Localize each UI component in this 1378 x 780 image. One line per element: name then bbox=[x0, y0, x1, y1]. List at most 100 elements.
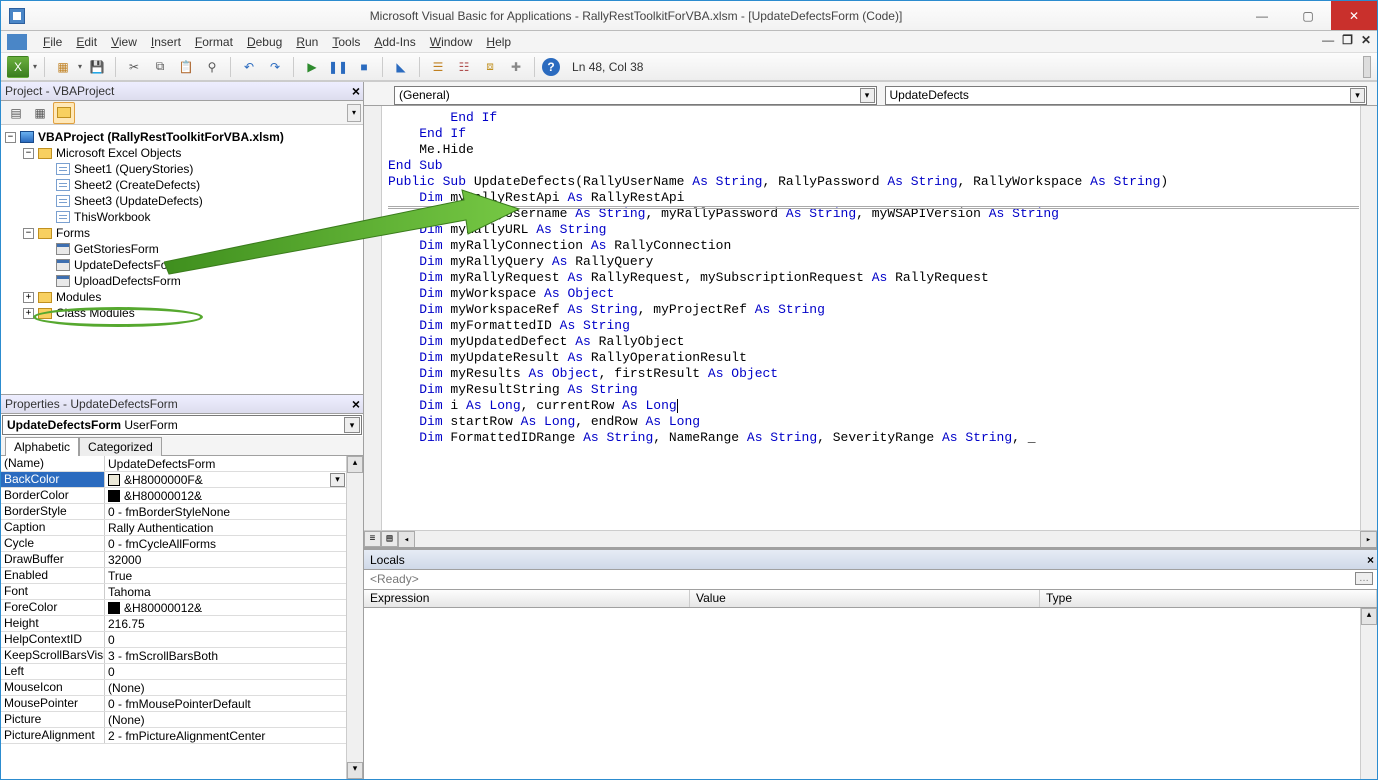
folder-forms[interactable]: − Forms bbox=[3, 225, 361, 241]
help-icon[interactable]: ? bbox=[542, 58, 560, 76]
property-row[interactable]: ForeColor&H80000012& bbox=[1, 600, 346, 616]
properties-panel-close-icon[interactable]: × bbox=[352, 396, 360, 412]
menu-tools[interactable]: Tools bbox=[326, 33, 366, 51]
property-row[interactable]: BorderColor&H80000012& bbox=[1, 488, 346, 504]
code-line[interactable]: Dim startRow As Long, endRow As Long bbox=[388, 414, 1359, 430]
folder-excel-objects[interactable]: − Microsoft Excel Objects bbox=[3, 145, 361, 161]
toolbox-icon[interactable]: ✚ bbox=[505, 56, 527, 78]
properties-object-selector[interactable]: UpdateDefectsForm UserForm ▾ bbox=[2, 415, 362, 435]
property-value[interactable]: 0 bbox=[105, 632, 346, 647]
menu-debug[interactable]: Debug bbox=[241, 33, 288, 51]
view-code-icon[interactable]: ▤ bbox=[5, 102, 27, 124]
project-tree[interactable]: − VBAProject (RallyRestToolkitForVBA.xls… bbox=[1, 125, 363, 395]
code-line[interactable]: Dim myRallyRestApi As RallyRestApi bbox=[388, 190, 1359, 206]
tree-item[interactable]: ThisWorkbook bbox=[3, 209, 361, 225]
property-value[interactable]: 216.75 bbox=[105, 616, 346, 631]
locals-col-type[interactable]: Type bbox=[1040, 590, 1377, 607]
folder-class-modules[interactable]: + Class Modules bbox=[3, 305, 361, 321]
view-excel-icon[interactable]: X bbox=[7, 56, 29, 78]
close-button[interactable]: ✕ bbox=[1331, 1, 1377, 30]
tab-categorized[interactable]: Categorized bbox=[79, 437, 162, 456]
property-value[interactable]: 32000 bbox=[105, 552, 346, 567]
code-line[interactable]: Dim myWorkspace As Object bbox=[388, 286, 1359, 302]
property-value[interactable]: 0 - fmMousePointerDefault bbox=[105, 696, 346, 711]
system-menu-icon[interactable] bbox=[7, 34, 27, 50]
property-row[interactable]: BackColor&H8000000F&▾ bbox=[1, 472, 346, 488]
code-line[interactable]: Dim i As Long, currentRow As Long bbox=[388, 398, 1359, 414]
property-value[interactable]: &H8000000F&▾ bbox=[105, 472, 346, 487]
code-line[interactable]: End If bbox=[388, 126, 1359, 142]
menu-view[interactable]: View bbox=[105, 33, 143, 51]
property-row[interactable]: EnabledTrue bbox=[1, 568, 346, 584]
code-horizontal-scrollbar[interactable]: ≡ ▤ ◂ ▸ bbox=[364, 530, 1377, 547]
tab-alphabetic[interactable]: Alphabetic bbox=[5, 437, 79, 456]
tree-item[interactable]: Sheet3 (UpdateDefects) bbox=[3, 193, 361, 209]
code-line[interactable]: Dim myFormattedID As String bbox=[388, 318, 1359, 334]
save-icon[interactable]: 💾 bbox=[86, 56, 108, 78]
paste-icon[interactable]: 📋 bbox=[175, 56, 197, 78]
code-line[interactable]: Dim myWorkspaceRef As String, myProjectR… bbox=[388, 302, 1359, 318]
chevron-down-icon[interactable]: ▾ bbox=[330, 473, 345, 487]
property-row[interactable]: CaptionRally Authentication bbox=[1, 520, 346, 536]
property-value[interactable]: Tahoma bbox=[105, 584, 346, 599]
property-value[interactable]: (None) bbox=[105, 712, 346, 727]
locals-close-icon[interactable]: × bbox=[1367, 553, 1374, 567]
run-icon[interactable]: ▶ bbox=[301, 56, 323, 78]
property-row[interactable]: Height216.75 bbox=[1, 616, 346, 632]
maximize-button[interactable]: ▢ bbox=[1285, 1, 1331, 30]
chevron-down-icon[interactable]: ▾ bbox=[344, 417, 360, 433]
scroll-right-icon[interactable]: ▸ bbox=[1360, 531, 1377, 547]
code-line[interactable]: Dim FormattedIDRange As String, NameRang… bbox=[388, 430, 1359, 446]
code-line[interactable]: Dim myRallyRequest As RallyRequest, mySu… bbox=[388, 270, 1359, 286]
menu-help[interactable]: Help bbox=[480, 33, 517, 51]
code-line[interactable]: Dim myUpdateResult As RallyOperationResu… bbox=[388, 350, 1359, 366]
code-line[interactable]: End Sub bbox=[388, 158, 1359, 174]
toolbar-gripper[interactable] bbox=[1363, 56, 1371, 78]
folder-modules[interactable]: + Modules bbox=[3, 289, 361, 305]
break-icon[interactable]: ❚❚ bbox=[327, 56, 349, 78]
project-toolbar-overflow[interactable]: ▾ bbox=[347, 104, 361, 122]
scroll-up-icon[interactable]: ▴ bbox=[347, 456, 363, 473]
mdi-close-button[interactable]: ✕ bbox=[1361, 33, 1371, 48]
code-line[interactable]: Me.Hide bbox=[388, 142, 1359, 158]
property-row[interactable]: Left0 bbox=[1, 664, 346, 680]
code-line[interactable]: End If bbox=[388, 110, 1359, 126]
menu-window[interactable]: Window bbox=[424, 33, 479, 51]
menu-format[interactable]: Format bbox=[189, 33, 239, 51]
redo-icon[interactable]: ↷ bbox=[264, 56, 286, 78]
locals-col-expression[interactable]: Expression bbox=[364, 590, 690, 607]
code-line[interactable]: Dim myResults As Object, firstResult As … bbox=[388, 366, 1359, 382]
full-module-view-icon[interactable]: ▤ bbox=[381, 531, 398, 547]
tree-item-uploaddefectsform[interactable]: UploadDefectsForm bbox=[3, 273, 361, 289]
object-dropdown[interactable]: (General) ▾ bbox=[394, 86, 877, 105]
tree-item-updatedefectsform[interactable]: UpdateDefectsForm bbox=[3, 257, 361, 273]
tree-item[interactable]: Sheet1 (QueryStories) bbox=[3, 161, 361, 177]
scroll-down-icon[interactable]: ▾ bbox=[347, 762, 363, 779]
mdi-restore-button[interactable]: ❐ bbox=[1342, 33, 1353, 48]
code-line[interactable]: Dim myUpdatedDefect As RallyObject bbox=[388, 334, 1359, 350]
scroll-up-icon[interactable]: ▴ bbox=[1361, 608, 1377, 625]
chevron-down-icon[interactable]: ▾ bbox=[860, 88, 875, 103]
property-row[interactable]: FontTahoma bbox=[1, 584, 346, 600]
properties-window-icon[interactable]: ☷ bbox=[453, 56, 475, 78]
reset-icon[interactable]: ■ bbox=[353, 56, 375, 78]
menu-edit[interactable]: Edit bbox=[70, 33, 103, 51]
scroll-left-icon[interactable]: ◂ bbox=[398, 531, 415, 547]
object-browser-icon[interactable]: ⧈ bbox=[479, 56, 501, 78]
insert-userform-icon[interactable]: ▦ bbox=[52, 56, 74, 78]
project-panel-close-icon[interactable]: × bbox=[352, 83, 360, 99]
design-mode-icon[interactable]: ◣ bbox=[390, 56, 412, 78]
property-value[interactable]: 3 - fmScrollBarsBoth bbox=[105, 648, 346, 663]
property-value[interactable]: (None) bbox=[105, 680, 346, 695]
code-line[interactable]: Dim myRallyQuery As RallyQuery bbox=[388, 254, 1359, 270]
property-row[interactable]: MousePointer0 - fmMousePointerDefault bbox=[1, 696, 346, 712]
code-line[interactable]: Public Sub UpdateDefects(RallyUserName A… bbox=[388, 174, 1359, 190]
cut-icon[interactable]: ✂ bbox=[123, 56, 145, 78]
property-value[interactable]: Rally Authentication bbox=[105, 520, 346, 535]
property-row[interactable]: Picture(None) bbox=[1, 712, 346, 728]
procedure-view-icon[interactable]: ≡ bbox=[364, 531, 381, 547]
property-value[interactable]: 2 - fmPictureAlignmentCenter bbox=[105, 728, 346, 743]
tree-item-getstoriesform[interactable]: GetStoriesForm bbox=[3, 241, 361, 257]
property-row[interactable]: BorderStyle0 - fmBorderStyleNone bbox=[1, 504, 346, 520]
view-object-icon[interactable]: ▦ bbox=[29, 102, 51, 124]
